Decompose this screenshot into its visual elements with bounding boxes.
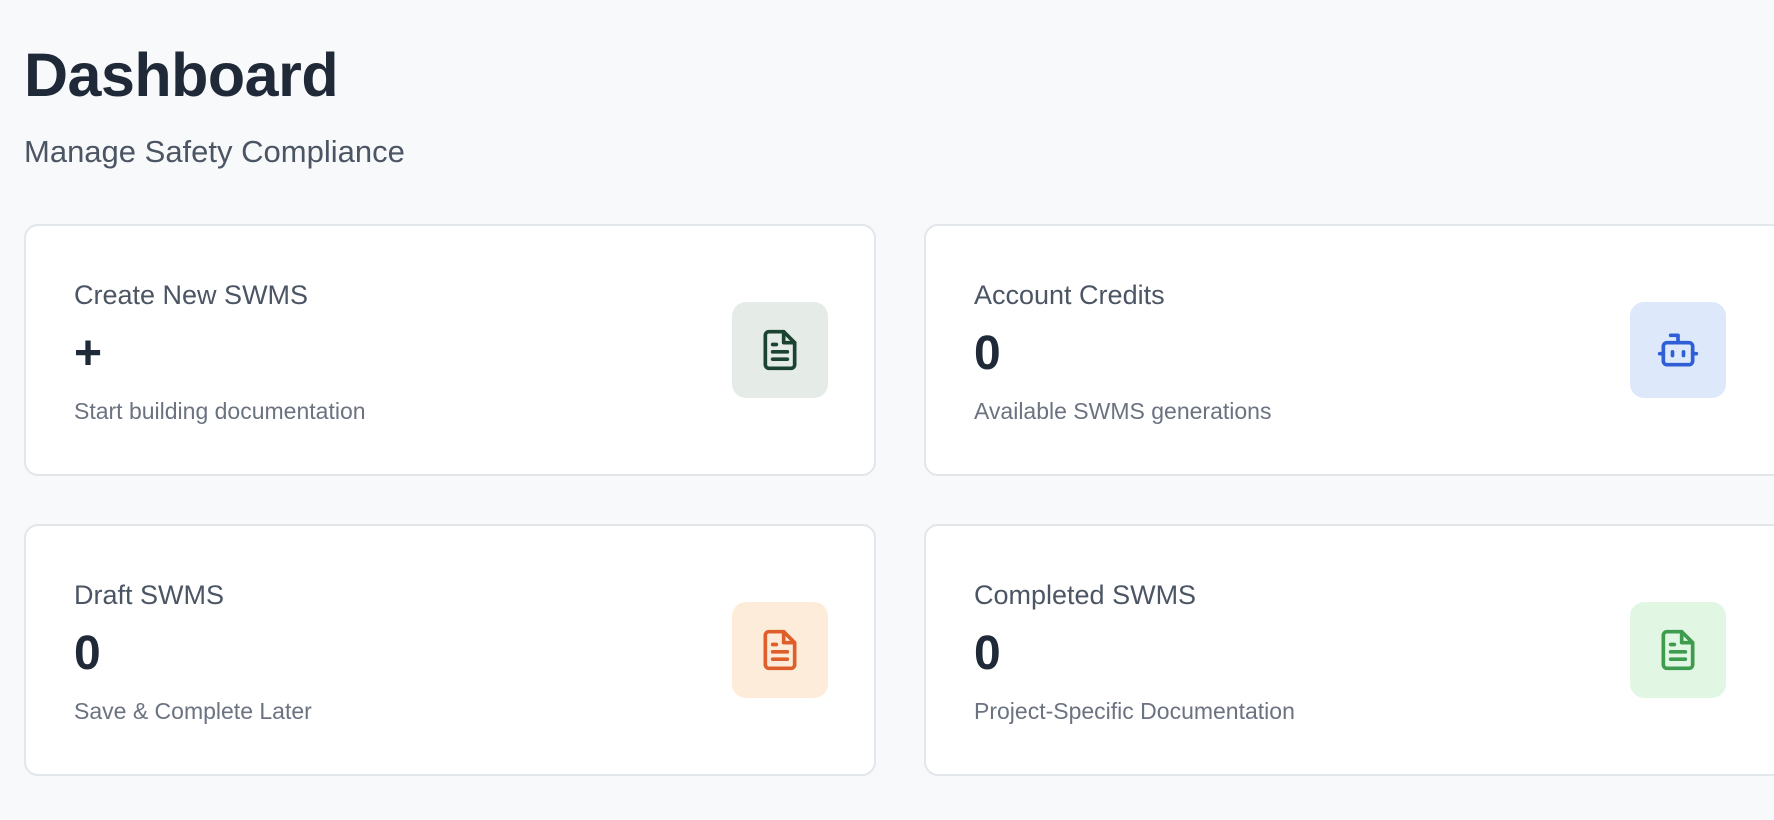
- card-description: Start building documentation: [74, 398, 366, 424]
- card-value: 0: [974, 327, 1001, 380]
- account-credits-card[interactable]: Account Credits 0 Available SWMS generat…: [924, 224, 1774, 476]
- page-subtitle: Manage Safety Compliance: [24, 134, 405, 169]
- document-icon: [732, 302, 828, 398]
- card-description: Save & Complete Later: [74, 698, 312, 724]
- card-label: Completed SWMS: [974, 580, 1197, 610]
- document-icon: [732, 602, 828, 698]
- card-label: Account Credits: [974, 280, 1165, 310]
- card-label: Draft SWMS: [74, 580, 225, 610]
- create-new-swms-card[interactable]: Create New SWMS + Start building documen…: [24, 224, 876, 476]
- draft-swms-card[interactable]: Draft SWMS 0 Save & Complete Later: [24, 524, 876, 776]
- bot-icon: [1630, 302, 1726, 398]
- page-title: Dashboard: [24, 41, 339, 109]
- card-value: 0: [74, 627, 101, 680]
- dashboard-page: Dashboard Manage Safety Compliance Creat…: [0, 0, 1774, 820]
- card-label: Create New SWMS: [74, 280, 309, 310]
- card-value: +: [74, 327, 103, 380]
- card-description: Project-Specific Documentation: [974, 698, 1295, 724]
- completed-swms-card[interactable]: Completed SWMS 0 Project-Specific Docume…: [924, 524, 1774, 776]
- document-icon: [1630, 602, 1726, 698]
- card-value: 0: [974, 627, 1001, 680]
- card-description: Available SWMS generations: [974, 398, 1272, 424]
